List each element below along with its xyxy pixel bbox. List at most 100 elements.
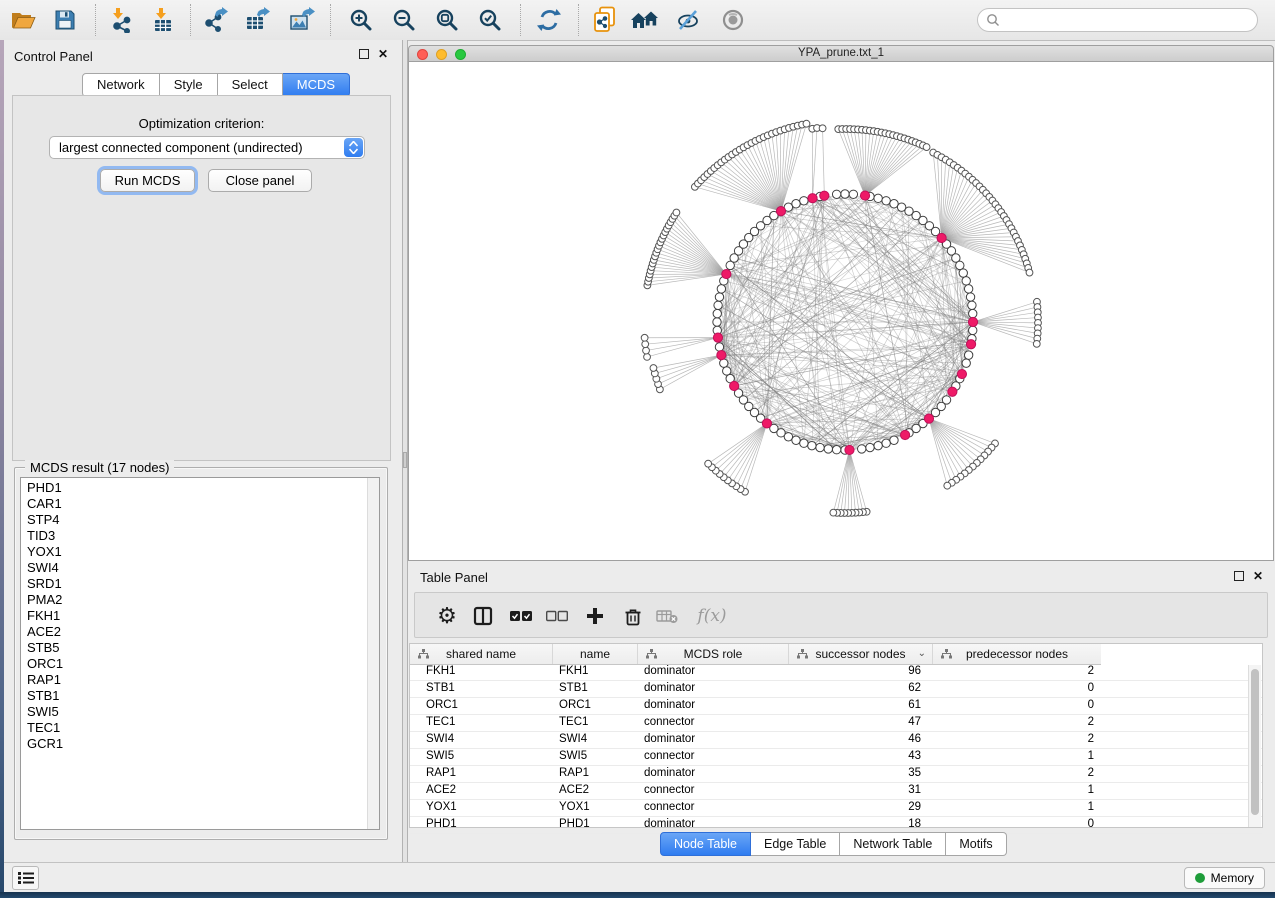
- search-box[interactable]: [977, 8, 1258, 32]
- network-from-document-button[interactable]: [590, 5, 620, 35]
- zoom-in-button[interactable]: [346, 5, 376, 35]
- list-item[interactable]: SWI5: [21, 704, 365, 720]
- function-icon: f(x): [697, 606, 726, 626]
- table-cell: 29: [789, 800, 933, 816]
- table-row[interactable]: FKH1FKH1dominator962: [410, 664, 1262, 681]
- tab-edge-table[interactable]: Edge Table: [751, 832, 840, 856]
- zoom-fit-icon: [435, 8, 459, 32]
- list-item[interactable]: STP4: [21, 512, 365, 528]
- table-cell: SWI5: [553, 749, 638, 765]
- export-image-button[interactable]: [286, 5, 316, 35]
- run-mcds-button[interactable]: Run MCDS: [100, 169, 195, 192]
- select-stepper-icon: [344, 138, 363, 157]
- home-networks-button[interactable]: [630, 5, 660, 35]
- tab-motifs[interactable]: Motifs: [946, 832, 1006, 856]
- column-header-successor-nodes[interactable]: successor nodes ⌄: [789, 644, 933, 664]
- column-header-name[interactable]: name: [553, 644, 638, 664]
- float-panel-icon[interactable]: [1234, 571, 1244, 581]
- tab-network[interactable]: Network: [82, 73, 160, 97]
- list-item[interactable]: RAP1: [21, 672, 365, 688]
- table-cell: PHD1: [410, 817, 553, 833]
- select-all-button[interactable]: [509, 604, 533, 628]
- close-panel-button[interactable]: Close panel: [208, 169, 312, 192]
- splitter-handle[interactable]: [403, 452, 407, 468]
- zoom-fit-button[interactable]: [432, 5, 462, 35]
- table-row[interactable]: STB1STB1dominator620: [410, 681, 1262, 698]
- table-toolbar: ⚙ f(x): [414, 592, 1268, 638]
- show-column-button[interactable]: [471, 604, 495, 628]
- table-cell: ORC1: [410, 698, 553, 714]
- search-input[interactable]: [1004, 10, 1257, 30]
- network-window-titlebar[interactable]: YPA_prune.txt_1: [408, 45, 1274, 62]
- table-cell: ORC1: [553, 698, 638, 714]
- table-row[interactable]: TEC1TEC1connector472: [410, 715, 1262, 732]
- list-item[interactable]: GCR1: [21, 736, 365, 752]
- close-panel-icon[interactable]: ✕: [378, 49, 388, 59]
- export-table-button[interactable]: [242, 5, 272, 35]
- zoom-out-button[interactable]: [389, 5, 419, 35]
- tab-select[interactable]: Select: [218, 73, 283, 97]
- list-item[interactable]: YOX1: [21, 544, 365, 560]
- import-network-button[interactable]: [106, 5, 136, 35]
- table-cell: SWI5: [410, 749, 553, 765]
- table-panel-title: Table Panel: [420, 570, 488, 585]
- deselect-all-button[interactable]: [545, 604, 569, 628]
- save-session-button[interactable]: [50, 5, 80, 35]
- list-scrollbar[interactable]: [367, 478, 379, 829]
- scrollbar-thumb[interactable]: [1251, 669, 1259, 815]
- list-item[interactable]: STB5: [21, 640, 365, 656]
- table-settings-button[interactable]: ⚙: [435, 604, 459, 628]
- chevron-down-icon[interactable]: ⌄: [918, 644, 926, 664]
- status-bar: Memory: [0, 862, 1275, 893]
- table-cell: 43: [789, 749, 933, 765]
- function-builder-button[interactable]: f(x): [695, 604, 729, 628]
- refresh-layout-button[interactable]: [534, 5, 564, 35]
- table-scrollbar[interactable]: [1248, 665, 1261, 827]
- network-canvas[interactable]: [408, 62, 1274, 561]
- table-row[interactable]: ORC1ORC1dominator610: [410, 698, 1262, 715]
- list-item[interactable]: ACE2: [21, 624, 365, 640]
- hide-graphics-details-button[interactable]: [674, 5, 704, 35]
- column-header-predecessor-nodes[interactable]: predecessor nodes: [933, 644, 1101, 664]
- delete-column-button[interactable]: [621, 604, 645, 628]
- network-graph: [409, 62, 1273, 559]
- search-icon: [986, 13, 1000, 27]
- tab-style[interactable]: Style: [160, 73, 218, 97]
- table-cell: 61: [789, 698, 933, 714]
- open-file-button[interactable]: [8, 5, 38, 35]
- list-item[interactable]: ORC1: [21, 656, 365, 672]
- list-item[interactable]: CAR1: [21, 496, 365, 512]
- delete-table-button[interactable]: [655, 604, 679, 628]
- optimization-criterion-select[interactable]: largest connected component (undirected): [49, 136, 365, 159]
- mcds-result-list[interactable]: PHD1CAR1STP4TID3YOX1SWI4SRD1PMA2FKH1ACE2…: [20, 477, 380, 830]
- list-item[interactable]: STB1: [21, 688, 365, 704]
- list-item[interactable]: FKH1: [21, 608, 365, 624]
- show-graphics-details-button[interactable]: [718, 5, 748, 35]
- save-icon: [54, 9, 76, 31]
- table-row[interactable]: SWI5SWI5connector431: [410, 749, 1262, 766]
- tab-mcds[interactable]: MCDS: [283, 73, 350, 97]
- tab-node-table[interactable]: Node Table: [660, 832, 751, 856]
- add-column-button[interactable]: [583, 604, 607, 628]
- show-task-history-button[interactable]: [12, 866, 39, 890]
- table-row[interactable]: SWI4SWI4dominator462: [410, 732, 1262, 749]
- list-item[interactable]: SRD1: [21, 576, 365, 592]
- zoom-selected-button[interactable]: [475, 5, 505, 35]
- list-item[interactable]: PHD1: [21, 480, 365, 496]
- table-row[interactable]: YOX1YOX1connector291: [410, 800, 1262, 817]
- tab-network-table[interactable]: Network Table: [840, 832, 946, 856]
- table-row[interactable]: RAP1RAP1dominator352: [410, 766, 1262, 783]
- list-item[interactable]: TID3: [21, 528, 365, 544]
- float-panel-icon[interactable]: [359, 49, 369, 59]
- list-item[interactable]: PMA2: [21, 592, 365, 608]
- column-header-shared-name[interactable]: shared name: [410, 644, 553, 664]
- memory-button[interactable]: Memory: [1184, 867, 1265, 889]
- list-item[interactable]: SWI4: [21, 560, 365, 576]
- import-table-button[interactable]: [148, 5, 178, 35]
- table-row[interactable]: ACE2ACE2connector311: [410, 783, 1262, 800]
- close-panel-icon[interactable]: ✕: [1253, 571, 1263, 581]
- column-header-mcds-role[interactable]: MCDS role: [638, 644, 789, 664]
- table-cell: connector: [638, 749, 789, 765]
- list-item[interactable]: TEC1: [21, 720, 365, 736]
- export-network-button[interactable]: [200, 5, 230, 35]
